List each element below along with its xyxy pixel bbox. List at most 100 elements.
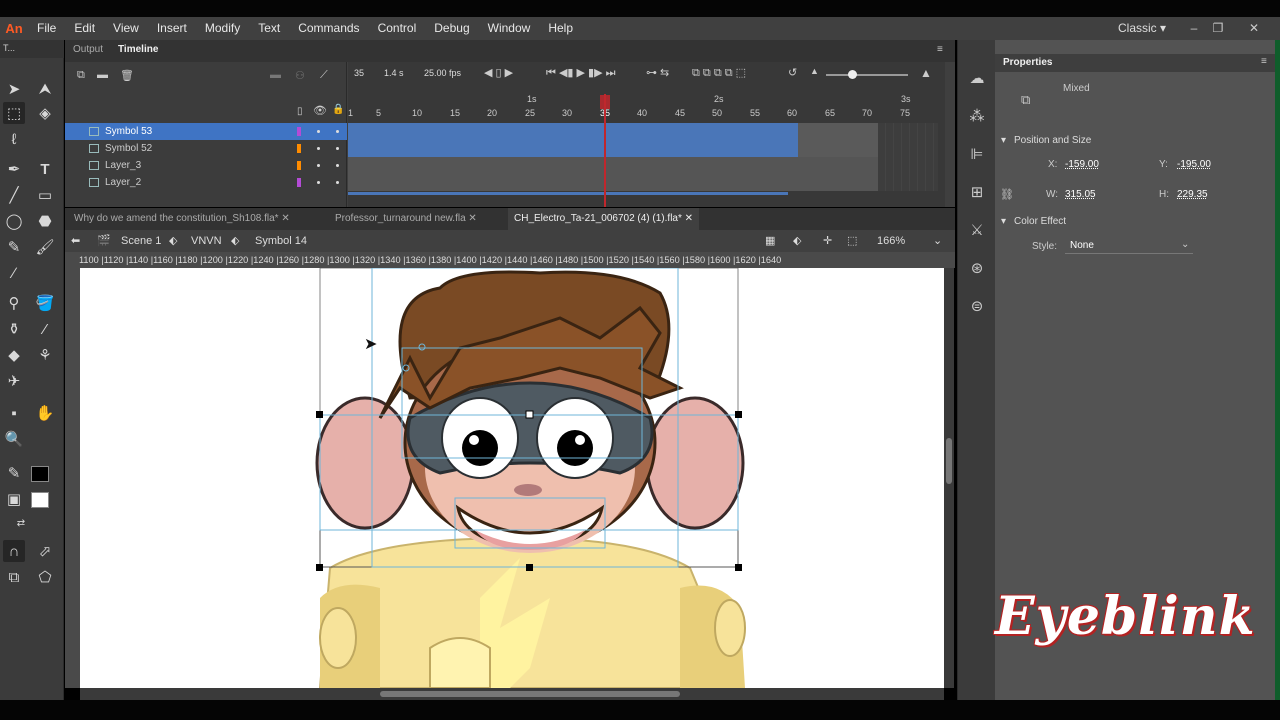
current-frame[interactable]: 35 bbox=[354, 68, 364, 78]
breadcrumb-symbol[interactable]: Symbol 14 bbox=[255, 230, 307, 252]
new-folder-icon[interactable]: ▬ bbox=[97, 69, 108, 81]
timeline-zoom-slider[interactable] bbox=[826, 74, 908, 76]
clip-content-icon[interactable]: ⬚ bbox=[847, 230, 857, 252]
layer-depth-icon[interactable]: ⟋ bbox=[320, 69, 328, 82]
delete-layer-icon[interactable]: 🗑 bbox=[120, 69, 134, 82]
section-toggle-icon[interactable]: ▾ bbox=[1001, 135, 1006, 146]
swap-colors-icon[interactable]: ⇄ bbox=[10, 512, 32, 534]
layer-row[interactable]: Symbol 53 bbox=[65, 123, 347, 140]
lasso-tool-icon[interactable]: ℓ bbox=[3, 128, 25, 150]
onion-skin-icon[interactable]: ⊶ ⇆ bbox=[646, 66, 669, 79]
paint-brush-tool-icon[interactable]: ∕ bbox=[3, 262, 25, 284]
current-time[interactable]: 1.4 s bbox=[384, 68, 404, 78]
w-field[interactable]: 315.05 bbox=[1065, 189, 1096, 200]
parent-view-icon[interactable]: ⚇ bbox=[295, 69, 305, 82]
scroll-thumb[interactable] bbox=[380, 691, 680, 697]
position-size-header[interactable]: Position and Size bbox=[1014, 135, 1091, 146]
layer-row[interactable]: Layer_3 bbox=[65, 157, 347, 174]
color-effect-header[interactable]: Color Effect bbox=[1014, 216, 1066, 227]
snap-to-objects-icon[interactable]: ∩ bbox=[3, 540, 25, 562]
lock-dot[interactable] bbox=[336, 164, 339, 167]
y-field[interactable]: -195.00 bbox=[1177, 159, 1211, 170]
tab-timeline[interactable]: Timeline bbox=[118, 44, 158, 55]
layer-row[interactable]: Symbol 52 bbox=[65, 140, 347, 157]
loop-icon[interactable]: ↺ bbox=[788, 66, 797, 79]
menu-view[interactable]: View bbox=[104, 17, 148, 40]
frame-span[interactable] bbox=[798, 140, 878, 157]
pin-tool-icon[interactable]: ✈ bbox=[3, 370, 25, 392]
layer-color-swatch[interactable] bbox=[297, 127, 301, 136]
visibility-dot[interactable] bbox=[317, 130, 320, 133]
line-tool-icon[interactable]: ╱ bbox=[3, 184, 25, 206]
layer-color-swatch[interactable] bbox=[297, 178, 301, 187]
close-tab-icon[interactable]: ✕ bbox=[468, 213, 476, 224]
camera-layer-icon[interactable]: ▬ bbox=[270, 69, 281, 81]
stroke-color-icon[interactable]: ✎ bbox=[3, 462, 25, 484]
visibility-dot[interactable] bbox=[317, 164, 320, 167]
width-tool-icon[interactable]: ⚘ bbox=[34, 344, 56, 366]
color-panel-icon[interactable]: ⁂ bbox=[966, 106, 988, 128]
menu-commands[interactable]: Commands bbox=[289, 17, 368, 40]
menu-text[interactable]: Text bbox=[249, 17, 289, 40]
pencil-tool-icon[interactable]: ✎ bbox=[3, 236, 25, 258]
lock-ratio-icon[interactable]: ⛓ bbox=[1000, 188, 1014, 201]
frame-span[interactable] bbox=[348, 174, 878, 191]
close-tab-icon[interactable]: ✕ bbox=[281, 213, 289, 224]
new-layer-icon[interactable]: ⧉ bbox=[77, 69, 85, 82]
zoom-in-timeline-icon[interactable]: ▲ bbox=[920, 66, 932, 80]
lock-dot[interactable] bbox=[336, 130, 339, 133]
lock-header-icon[interactable]: 🔒 bbox=[332, 104, 344, 115]
h-field[interactable]: 229.35 bbox=[1177, 189, 1208, 200]
style-dropdown[interactable]: None ⌄ bbox=[1065, 237, 1193, 254]
visibility-dot[interactable] bbox=[317, 181, 320, 184]
polystar-tool-icon[interactable]: ⬣ bbox=[34, 210, 56, 232]
minimize-icon[interactable]: – bbox=[1182, 17, 1206, 39]
playhead[interactable] bbox=[604, 94, 606, 207]
rotate-icon[interactable]: ⬠ bbox=[34, 566, 56, 588]
panel-menu-icon[interactable]: ≡ bbox=[1261, 56, 1267, 67]
subselection-tool-icon[interactable]: ⮝ bbox=[34, 78, 56, 100]
layer-row[interactable]: Layer_2 bbox=[65, 174, 347, 191]
menu-file[interactable]: File bbox=[28, 17, 65, 40]
oval-tool-icon[interactable]: ◯ bbox=[3, 210, 25, 232]
frame-span[interactable] bbox=[348, 123, 798, 140]
rectangle-tool-icon[interactable]: ▭ bbox=[34, 184, 56, 206]
close-icon[interactable]: ✕ bbox=[1242, 17, 1266, 39]
document-tab[interactable]: Why do we amend the constitution_Sh108.f… bbox=[68, 208, 296, 230]
zoom-value[interactable]: 166% bbox=[877, 230, 905, 252]
playback-controls-icon[interactable]: ⏮ ◀▮ ▶ ▮▶ ⏭ bbox=[546, 66, 616, 80]
menu-insert[interactable]: Insert bbox=[148, 17, 196, 40]
fill-color-icon[interactable]: ▣ bbox=[3, 488, 25, 510]
align-panel-icon[interactable]: ⊫ bbox=[966, 144, 988, 166]
tab-output[interactable]: Output bbox=[73, 44, 103, 55]
restore-icon[interactable]: ❐ bbox=[1206, 17, 1230, 39]
smooth-icon[interactable]: ⬀ bbox=[34, 540, 56, 562]
lock-dot[interactable] bbox=[336, 181, 339, 184]
menu-window[interactable]: Window bbox=[479, 17, 540, 40]
menu-modify[interactable]: Modify bbox=[196, 17, 249, 40]
timeline-zoom-handle[interactable] bbox=[848, 70, 857, 79]
panel-menu-icon[interactable]: ≡ bbox=[937, 44, 943, 55]
pen-tool-icon[interactable]: ✒ bbox=[3, 158, 25, 180]
paint-bucket-tool-icon[interactable]: 🪣 bbox=[34, 292, 56, 314]
zoom-tool-icon[interactable]: 🔍 bbox=[3, 428, 25, 450]
straighten-icon[interactable]: ⧉ bbox=[3, 566, 25, 588]
3d-rotation-tool-icon[interactable]: ◈ bbox=[34, 102, 56, 124]
stage-area[interactable]: ➤ bbox=[80, 268, 944, 688]
stage-settings-icon[interactable]: ▦ bbox=[765, 230, 775, 252]
lock-dot[interactable] bbox=[336, 147, 339, 150]
center-stage-icon[interactable]: ✛ bbox=[823, 230, 832, 252]
stage-horizontal-scrollbar[interactable] bbox=[80, 688, 944, 700]
workspace-switcher[interactable]: Classic ▾ bbox=[1118, 17, 1166, 40]
library-panel-icon[interactable]: ⚔ bbox=[966, 220, 988, 242]
free-transform-tool-icon[interactable]: ⬚ bbox=[3, 102, 25, 124]
frame-span[interactable] bbox=[348, 157, 878, 174]
frame-span[interactable] bbox=[348, 140, 798, 157]
document-tab[interactable]: Professor_turnaround new.fla ✕ bbox=[329, 208, 483, 230]
menu-control[interactable]: Control bbox=[369, 17, 426, 40]
tab-properties[interactable]: Properties bbox=[1003, 57, 1052, 68]
breadcrumb-symbol[interactable]: VNVN bbox=[191, 230, 222, 252]
layer-color-swatch[interactable] bbox=[297, 161, 301, 170]
frame-rate[interactable]: 25.00 fps bbox=[424, 68, 461, 78]
frame-span[interactable] bbox=[798, 123, 878, 140]
